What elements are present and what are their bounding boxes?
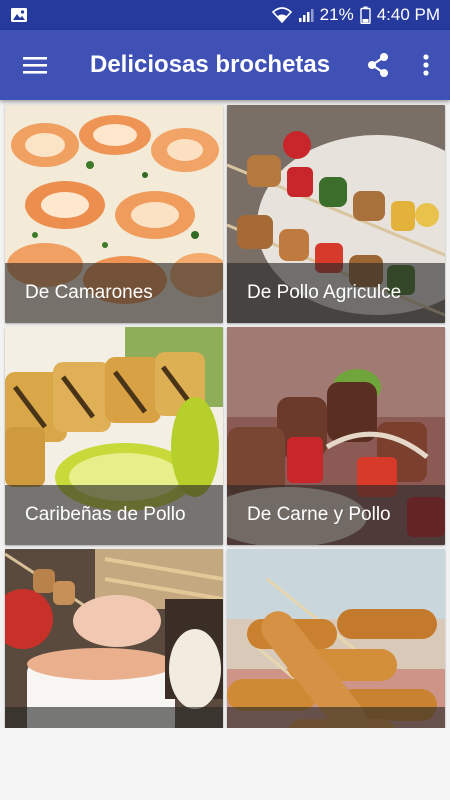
chicken-dip-skewer-photo bbox=[5, 549, 223, 728]
share-button[interactable] bbox=[354, 30, 402, 100]
status-bar: 21% 4:40 PM bbox=[0, 0, 450, 30]
share-icon bbox=[366, 52, 390, 78]
menu-button[interactable] bbox=[0, 30, 70, 100]
battery-icon bbox=[359, 6, 371, 24]
app-bar: Deliciosas brochetas bbox=[0, 30, 450, 100]
recipe-card-caribenas-de-pollo[interactable]: Caribeñas de Pollo bbox=[5, 327, 223, 545]
recipe-label: De Camarones bbox=[5, 263, 223, 323]
recipe-label: Caribeñas de Pollo bbox=[5, 485, 223, 545]
overflow-menu-button[interactable] bbox=[402, 30, 450, 100]
recipe-label: De Carne y Pollo bbox=[227, 485, 445, 545]
corn-dog-skewer-photo bbox=[227, 549, 445, 728]
recipe-card-salchichas[interactable]: De Salchichas, Puré bbox=[227, 549, 445, 728]
recipe-grid: De Camarones De Pollo Agriculce Caribeña… bbox=[0, 100, 450, 728]
recipe-card-carne-y-pollo[interactable]: De Carne y Pollo bbox=[227, 327, 445, 545]
page-title: Deliciosas brochetas bbox=[90, 51, 331, 78]
menu-icon bbox=[23, 55, 47, 75]
recipe-card-pollo-agridulce[interactable]: De Pollo Agriculce bbox=[227, 105, 445, 323]
recipe-card-camarones[interactable]: De Camarones bbox=[5, 105, 223, 323]
recipe-card-pollo-verduras[interactable]: De pollo, verduras o bbox=[5, 549, 223, 728]
bottom-blank-area bbox=[0, 728, 450, 800]
battery-level: 21% bbox=[319, 5, 354, 24]
signal-icon bbox=[298, 7, 314, 23]
clock: 4:40 PM bbox=[376, 5, 440, 24]
recipe-label: De pollo, verduras o bbox=[5, 707, 223, 728]
recipe-label: De Pollo Agriculce bbox=[227, 263, 445, 323]
recipe-label: De Salchichas, Puré bbox=[227, 707, 445, 728]
more-vert-icon bbox=[423, 54, 429, 76]
image-icon bbox=[10, 6, 28, 24]
wifi-icon bbox=[271, 7, 292, 23]
